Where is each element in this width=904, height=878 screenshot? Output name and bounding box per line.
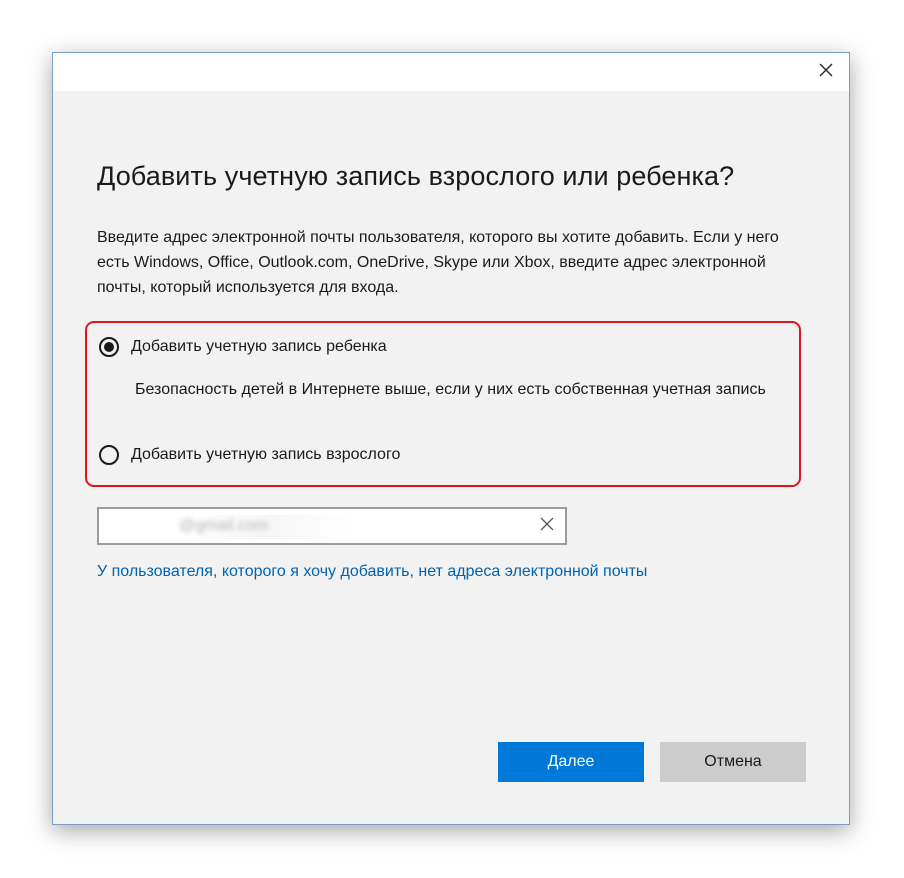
radio-button-child[interactable] <box>99 337 119 357</box>
dialog-heading: Добавить учетную запись взрослого или ре… <box>97 161 735 191</box>
account-type-options: Добавить учетную запись ребенка Безопасн… <box>85 321 801 487</box>
title-bar <box>53 53 849 91</box>
clear-icon <box>540 517 554 536</box>
radio-selected-dot <box>104 342 114 352</box>
next-button[interactable]: Далее <box>498 742 644 782</box>
no-email-link[interactable]: У пользователя, которого я хочу добавить… <box>97 563 647 581</box>
dialog-description: Введите адрес электронной почты пользова… <box>97 229 779 296</box>
email-value: @gmail.com <box>179 517 269 534</box>
radio-option-child[interactable]: Добавить учетную запись ребенка <box>99 337 387 357</box>
add-account-dialog: Добавить учетную запись взрослого или ре… <box>52 52 850 825</box>
radio-button-adult[interactable] <box>99 445 119 465</box>
close-button[interactable] <box>803 53 849 91</box>
radio-label-child: Добавить учетную запись ребенка <box>131 338 387 355</box>
clear-input-button[interactable] <box>535 514 559 538</box>
radio-label-adult: Добавить учетную запись взрослого <box>131 446 401 463</box>
radio-option-adult[interactable]: Добавить учетную запись взрослого <box>99 445 400 465</box>
close-icon <box>819 63 833 82</box>
cancel-button[interactable]: Отмена <box>660 742 806 782</box>
radio-child-description: Безопасность детей в Интернете выше, есл… <box>135 381 766 398</box>
email-input[interactable]: @gmail.com <box>97 507 567 545</box>
